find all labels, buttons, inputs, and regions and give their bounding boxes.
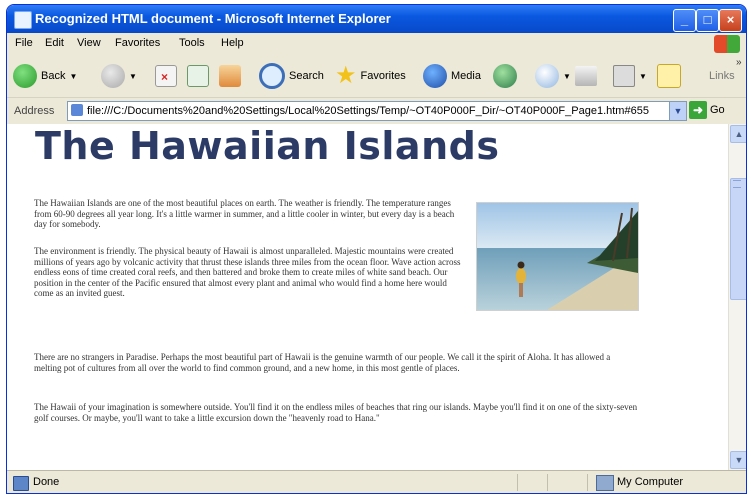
page-content: The Hawaiian Islands The Hawaiian Island… bbox=[7, 124, 728, 470]
links-label: Links bbox=[709, 70, 735, 82]
media-button[interactable]: Media bbox=[423, 61, 481, 91]
print-icon bbox=[575, 66, 597, 86]
scroll-up-icon[interactable]: ▲ bbox=[730, 125, 746, 143]
menu-tools[interactable]: Tools bbox=[179, 37, 205, 49]
address-dropdown-icon[interactable]: ▼ bbox=[669, 102, 686, 120]
favorites-label: Favorites bbox=[360, 70, 406, 82]
scroll-grip-icon bbox=[733, 180, 741, 188]
mail-dropdown-icon[interactable]: ▼ bbox=[563, 72, 571, 81]
close-button[interactable]: × bbox=[719, 9, 742, 32]
forward-dropdown-icon[interactable]: ▼ bbox=[129, 72, 137, 81]
page-done-icon bbox=[13, 476, 29, 491]
computer-icon bbox=[596, 475, 614, 491]
forward-arrow-icon bbox=[101, 64, 125, 88]
ie-document-icon bbox=[14, 11, 32, 29]
status-text: Done bbox=[33, 476, 60, 488]
menu-file[interactable]: File bbox=[15, 37, 33, 49]
menu-edit[interactable]: Edit bbox=[45, 37, 64, 49]
note-icon bbox=[657, 64, 681, 88]
paragraph-3: There are no strangers in Paradise. Perh… bbox=[34, 352, 611, 373]
refresh-button[interactable] bbox=[187, 61, 209, 91]
security-zone: My Computer bbox=[617, 476, 684, 488]
go-button[interactable]: ➜ Go bbox=[689, 101, 725, 119]
page-icon bbox=[71, 104, 83, 116]
windows-logo-icon bbox=[714, 35, 740, 53]
edit-page-icon bbox=[613, 65, 635, 87]
print-button[interactable] bbox=[575, 61, 597, 91]
page-heading: The Hawaiian Islands bbox=[35, 124, 500, 168]
browser-window: Recognized HTML document - Microsoft Int… bbox=[6, 4, 747, 494]
menu-view[interactable]: View bbox=[77, 37, 101, 49]
favorites-button[interactable]: ★ Favorites bbox=[335, 61, 406, 91]
star-icon: ★ bbox=[335, 62, 357, 89]
address-input[interactable]: file:///C:/Documents%20and%20Settings/Lo… bbox=[67, 101, 687, 121]
go-label: Go bbox=[710, 104, 725, 116]
back-dropdown-icon[interactable]: ▼ bbox=[69, 72, 77, 81]
search-button[interactable]: Search bbox=[259, 61, 324, 91]
address-label: Address bbox=[14, 105, 55, 117]
edit-dropdown-icon[interactable]: ▼ bbox=[639, 72, 647, 81]
search-icon bbox=[259, 63, 285, 89]
toolbar-overflow-icon[interactable]: » bbox=[736, 57, 742, 68]
scroll-down-icon[interactable]: ▼ bbox=[730, 451, 746, 469]
beach-photo-image bbox=[477, 203, 638, 310]
scroll-thumb[interactable] bbox=[730, 178, 746, 300]
maximize-button[interactable]: □ bbox=[696, 9, 719, 32]
home-button[interactable] bbox=[219, 61, 241, 91]
status-divider bbox=[517, 474, 518, 491]
title-bar: Recognized HTML document - Microsoft Int… bbox=[7, 5, 746, 33]
menu-help[interactable]: Help bbox=[221, 37, 244, 49]
status-bar: Done My Computer bbox=[7, 470, 746, 493]
media-icon bbox=[423, 64, 447, 88]
links-button[interactable]: Links bbox=[709, 61, 735, 91]
history-icon bbox=[493, 64, 517, 88]
status-divider bbox=[547, 474, 548, 491]
history-button[interactable] bbox=[493, 61, 517, 91]
vertical-scrollbar[interactable]: ▲ ▼ bbox=[728, 124, 746, 470]
paragraph-4: The Hawaii of your imagination is somewh… bbox=[34, 402, 638, 423]
back-button[interactable]: Back ▼ bbox=[13, 61, 77, 91]
menu-bar: File Edit View Favorites Tools Help bbox=[7, 33, 746, 56]
minimize-button[interactable]: _ bbox=[673, 9, 696, 32]
discuss-button[interactable] bbox=[657, 61, 681, 91]
address-bar: Address file:///C:/Documents%20and%20Set… bbox=[7, 98, 746, 125]
stop-icon: × bbox=[155, 65, 177, 87]
beach-photo bbox=[476, 202, 639, 311]
menu-favorites[interactable]: Favorites bbox=[115, 37, 160, 49]
status-divider bbox=[587, 474, 588, 491]
media-label: Media bbox=[451, 70, 481, 82]
refresh-icon bbox=[187, 65, 209, 87]
back-label: Back bbox=[41, 70, 66, 82]
toolbar: Back ▼ ▼ × Search ★ Favorites Media ▼ ▼ … bbox=[7, 55, 746, 98]
paragraph-2: The environment is friendly. The physica… bbox=[34, 246, 461, 299]
stop-button[interactable]: × bbox=[155, 61, 177, 91]
back-arrow-icon bbox=[13, 64, 37, 88]
window-title: Recognized HTML document - Microsoft Int… bbox=[35, 11, 391, 26]
home-icon bbox=[219, 65, 241, 87]
mail-icon bbox=[535, 64, 559, 88]
go-arrow-icon: ➜ bbox=[689, 101, 707, 119]
mail-button[interactable]: ▼ bbox=[535, 61, 571, 91]
search-label: Search bbox=[289, 70, 324, 82]
edit-button[interactable]: ▼ bbox=[613, 61, 647, 91]
forward-button[interactable]: ▼ bbox=[101, 61, 137, 91]
address-url: file:///C:/Documents%20and%20Settings/Lo… bbox=[87, 105, 649, 117]
paragraph-1: The Hawaiian Islands are one of the most… bbox=[34, 198, 455, 230]
